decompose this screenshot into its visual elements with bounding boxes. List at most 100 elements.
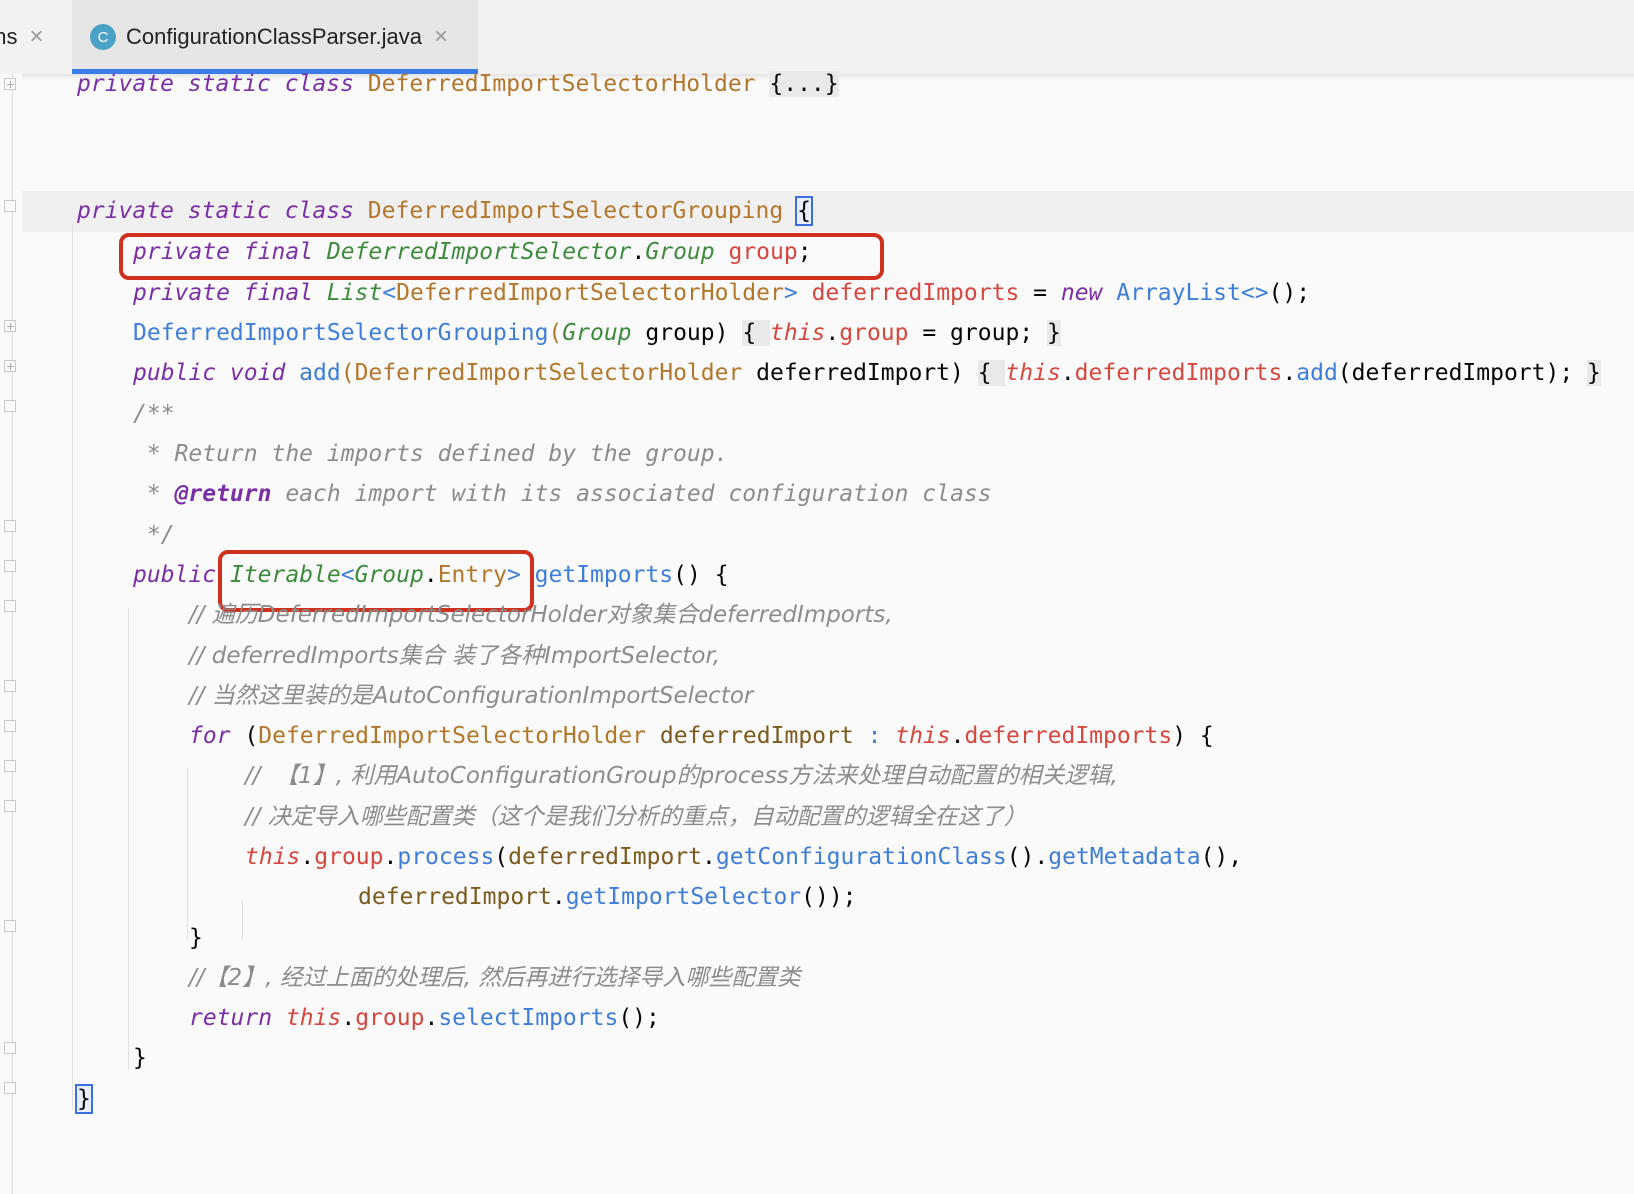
javadoc-line: * Return the imports defined by the grou… [133, 441, 729, 467]
fold-end-icon[interactable] [4, 800, 16, 812]
tab-configurationclassparser[interactable]: C ConfigurationClassParser.java × [72, 0, 478, 74]
code-line: return this.group.selectImports(); [189, 1004, 660, 1032]
punct: . [341, 1005, 356, 1031]
folded-brace: { [742, 320, 771, 346]
fold-collapse-icon[interactable] [4, 200, 16, 212]
punct: ( [230, 723, 259, 749]
punct: . [300, 844, 315, 870]
matched-brace: { [795, 196, 813, 226]
close-icon[interactable]: × [434, 23, 448, 51]
code-line: private final List<DeferredImportSelecto… [133, 279, 1310, 307]
punct: . [551, 884, 566, 910]
javadoc-line: /** [133, 401, 175, 427]
field-name: deferredImports [1074, 360, 1283, 386]
indent-guide [242, 900, 243, 940]
comment-line: // deferredImports集合 装了各种ImportSelector, [189, 643, 721, 669]
punct: . [1060, 360, 1075, 386]
method-name: getMetadata [1048, 844, 1201, 870]
class-name: DeferredImportSelectorGrouping [367, 198, 784, 224]
comment-line: // 当然这里装的是AutoConfigurationImportSelecto… [189, 683, 754, 709]
fold-collapse-icon[interactable] [4, 600, 16, 612]
javadoc-tag: @return [174, 481, 272, 507]
class-name: ArrayList<> [1116, 280, 1269, 306]
folded-brace: } [1587, 360, 1601, 386]
annotation-box-group-field [119, 233, 884, 280]
punct: > [783, 280, 798, 306]
indent-guide [72, 224, 73, 1110]
fold-end-icon[interactable] [4, 520, 16, 532]
comment-line: // 遍历DeferredImportSelectorHolder对象集合def… [189, 602, 893, 628]
punct: (), [1200, 844, 1243, 870]
punct: ) { [1172, 723, 1214, 749]
editor-gutter [0, 74, 22, 1194]
comment-line: // 决定导入哪些配置类（这个是我们分析的重点，自动配置的逻辑全在这了） [245, 804, 1027, 830]
method-name: getConfigurationClass [715, 844, 1007, 870]
code-line: this.group.process(deferredImport.getCon… [245, 843, 1242, 871]
fold-end-icon[interactable] [4, 920, 16, 932]
javadoc-line: */ [133, 522, 175, 548]
punct: () { [673, 562, 729, 588]
fold-collapse-icon[interactable] [4, 560, 16, 572]
punct: ( [340, 360, 355, 386]
fold-collapse-icon[interactable] [4, 400, 16, 412]
keyword: new [1060, 280, 1103, 306]
method-name: add [1296, 360, 1338, 386]
keyword: return [189, 1005, 273, 1031]
method-name: process [397, 844, 495, 870]
comment-line: // 【1】, 利用AutoConfigurationGroup的process… [245, 763, 1118, 789]
code-line: for (DeferredImportSelectorHolder deferr… [189, 722, 1214, 750]
param: (deferredImport); [1337, 360, 1588, 386]
punct: = [1019, 280, 1061, 306]
keyword: public void [133, 360, 300, 386]
fold-collapse-icon[interactable] [4, 760, 16, 772]
gutter-line [12, 74, 13, 1194]
punct: : [853, 723, 896, 749]
fold-collapse-icon[interactable] [4, 720, 16, 732]
punct: ()); [801, 884, 857, 910]
javadoc-line: * @return each import with its associate… [133, 480, 992, 508]
param: = group; [908, 320, 1047, 346]
fold-expand-icon[interactable] [4, 360, 16, 372]
param: deferredImport) [742, 360, 978, 386]
fold-end-icon[interactable] [4, 1042, 16, 1054]
keyword: private static class [77, 198, 368, 224]
field-name: group [355, 1005, 425, 1031]
fold-end-icon[interactable] [4, 680, 16, 692]
fold-expand-icon[interactable] [4, 320, 16, 332]
punct: . [702, 844, 716, 870]
class-name: DeferredImportSelectorHolder [354, 360, 743, 386]
closing-brace: } [133, 1045, 147, 1071]
fold-end-icon[interactable] [4, 1082, 16, 1094]
code-line: deferredImport.getImportSelector()); [358, 883, 857, 911]
punct: . [1282, 360, 1297, 386]
punct: (); [1268, 280, 1311, 306]
method-name: getImports [534, 562, 674, 588]
folded-brace: } [1047, 320, 1061, 346]
field-name: deferredImports [811, 280, 1020, 306]
folded-brace: { [977, 360, 1006, 386]
punct: . [383, 844, 398, 870]
javadoc-text: * [133, 481, 175, 507]
class-name: DeferredImportSelectorHolder [367, 71, 756, 97]
keyword: public [133, 562, 217, 588]
closing-brace: } [189, 925, 203, 951]
local-variable: deferredImport [358, 884, 552, 910]
field-name: deferredImports [964, 723, 1173, 749]
code-line: private static class DeferredImportSelec… [77, 196, 813, 226]
tab-label: ans [0, 24, 18, 49]
fold-expand-icon[interactable] [4, 78, 16, 90]
tab-previous-file[interactable]: ans × [0, 0, 44, 74]
punct: (); [618, 1005, 660, 1031]
folded-block[interactable]: {...} [769, 71, 839, 97]
java-class-icon: C [90, 24, 116, 50]
indent-guide [128, 608, 129, 1070]
comment-line: //【2】, 经过上面的处理后, 然后再进行选择导入哪些配置类 [189, 965, 801, 991]
interface-type: List [326, 280, 383, 306]
interface-type: Group [562, 320, 632, 346]
javadoc-text: each import with its associated configur… [271, 481, 992, 507]
close-icon[interactable]: × [29, 23, 43, 51]
